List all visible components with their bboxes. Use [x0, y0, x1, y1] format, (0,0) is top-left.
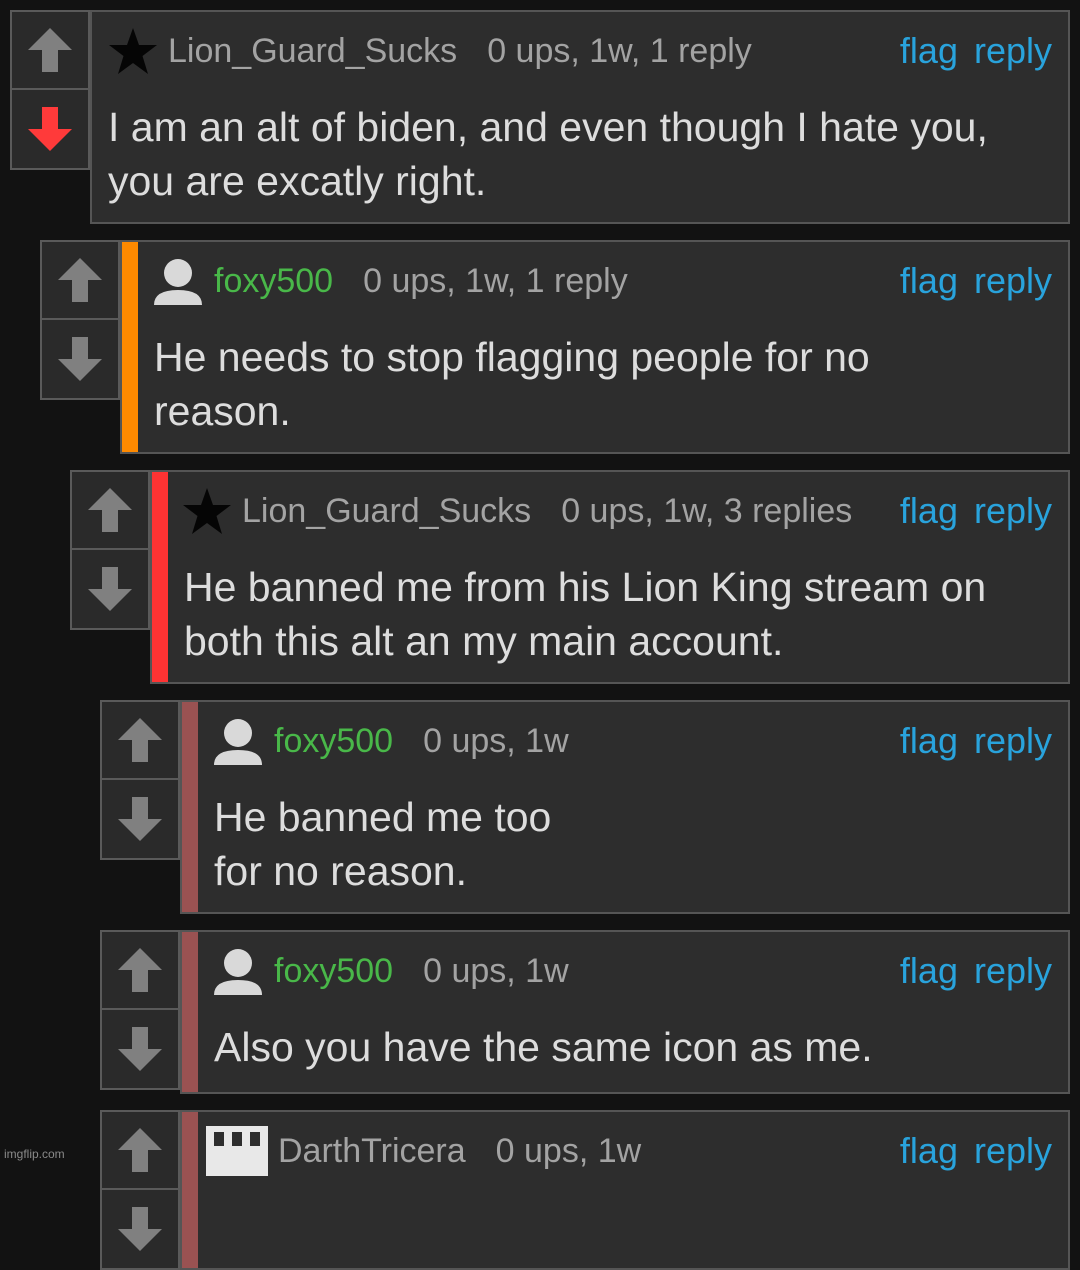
thread-indent-bar — [182, 1112, 198, 1268]
up-arrow-icon — [118, 718, 162, 762]
username-link[interactable]: Lion_Guard_Sucks — [168, 32, 457, 71]
comment-body: foxy500 0 ups, 1w, 1 reply flag reply He… — [120, 240, 1070, 454]
comment-text: He banned me from his Lion King stream o… — [184, 564, 987, 664]
comment-text: Also you have the same icon as me. — [214, 1024, 873, 1070]
up-arrow-icon — [118, 948, 162, 992]
username-link[interactable]: foxy500 — [274, 952, 393, 991]
comment-header: foxy500 0 ups, 1w — [212, 716, 569, 766]
comment-body: Lion_Guard_Sucks 0 ups, 1w, 1 reply flag… — [90, 10, 1070, 224]
thread-indent-bar — [152, 472, 168, 682]
comment-text-line: for no reason. — [214, 848, 467, 894]
comment-text: I am an alt of biden, and even though I … — [108, 104, 988, 204]
flag-link[interactable]: flag — [900, 490, 958, 532]
comment-meta: 0 ups, 1w — [423, 951, 569, 990]
down-arrow-icon — [118, 1027, 162, 1071]
vote-box — [100, 1110, 180, 1270]
down-arrow-icon — [118, 797, 162, 841]
comment-header: Lion_Guard_Sucks 0 ups, 1w, 1 reply — [108, 26, 752, 76]
username-link[interactable]: Lion_Guard_Sucks — [242, 492, 531, 531]
comment-header: foxy500 0 ups, 1w — [212, 946, 569, 996]
comment-2: foxy500 0 ups, 1w, 1 reply flag reply He… — [40, 240, 1070, 454]
comment-1: Lion_Guard_Sucks 0 ups, 1w, 1 reply flag… — [10, 10, 1070, 224]
comment-6: DarthTricera 0 ups, 1w flag reply — [100, 1110, 1070, 1270]
thread-indent-bar — [182, 702, 198, 912]
upvote-button[interactable] — [102, 1112, 178, 1190]
comment-body: foxy500 0 ups, 1w flag reply He banned m… — [180, 700, 1070, 914]
down-arrow-icon — [88, 567, 132, 611]
reply-link[interactable]: reply — [974, 1130, 1052, 1172]
watermark: imgflip.com — [4, 1147, 65, 1161]
star-icon — [108, 26, 158, 76]
comment-body: Lion_Guard_Sucks 0 ups, 1w, 3 replies fl… — [150, 470, 1070, 684]
vote-box — [70, 470, 150, 630]
reply-link[interactable]: reply — [974, 720, 1052, 762]
comment-meta: 0 ups, 1w, 3 replies — [561, 491, 853, 530]
vote-box — [100, 930, 180, 1090]
down-arrow-icon — [58, 337, 102, 381]
comment-text: He banned me too for no reason. — [214, 790, 1014, 898]
down-arrow-icon — [28, 107, 72, 151]
user-silhouette-icon — [212, 716, 264, 766]
reply-link[interactable]: reply — [974, 490, 1052, 532]
comment-body: foxy500 0 ups, 1w flag reply Also you ha… — [180, 930, 1070, 1094]
down-arrow-icon — [118, 1207, 162, 1251]
downvote-button[interactable] — [42, 320, 118, 398]
flag-link[interactable]: flag — [900, 30, 958, 72]
downvote-button[interactable] — [102, 780, 178, 858]
downvote-button[interactable] — [102, 1010, 178, 1088]
comment-text: He needs to stop flagging people for no … — [154, 334, 870, 434]
vote-box — [10, 10, 90, 170]
comment-5: foxy500 0 ups, 1w flag reply Also you ha… — [100, 930, 1070, 1094]
comment-text-line: He banned me too — [214, 794, 552, 840]
reply-link[interactable]: reply — [974, 30, 1052, 72]
downvote-button[interactable] — [72, 550, 148, 628]
upvote-button[interactable] — [12, 12, 88, 90]
up-arrow-icon — [28, 28, 72, 72]
comment-header: Lion_Guard_Sucks 0 ups, 1w, 3 replies — [182, 486, 852, 536]
flag-link[interactable]: flag — [900, 950, 958, 992]
comment-actions: flag reply — [884, 946, 1052, 996]
upvote-button[interactable] — [102, 932, 178, 1010]
comment-3: Lion_Guard_Sucks 0 ups, 1w, 3 replies fl… — [70, 470, 1070, 684]
username-link[interactable]: foxy500 — [274, 722, 393, 761]
flag-link[interactable]: flag — [900, 720, 958, 762]
thread-indent-bar — [122, 242, 138, 452]
thread-indent-bar — [182, 932, 198, 1092]
comment-header: foxy500 0 ups, 1w, 1 reply — [152, 256, 628, 306]
downvote-button[interactable] — [102, 1190, 178, 1268]
flag-link[interactable]: flag — [900, 260, 958, 302]
reply-link[interactable]: reply — [974, 950, 1052, 992]
username-link[interactable]: foxy500 — [214, 262, 333, 301]
comment-meta: 0 ups, 1w, 1 reply — [487, 31, 752, 70]
comment-body: DarthTricera 0 ups, 1w flag reply — [180, 1110, 1070, 1270]
upvote-button[interactable] — [72, 472, 148, 550]
upvote-button[interactable] — [42, 242, 118, 320]
comment-header: DarthTricera 0 ups, 1w — [206, 1126, 641, 1176]
user-silhouette-icon — [152, 256, 204, 306]
reply-link[interactable]: reply — [974, 260, 1052, 302]
comment-actions: flag reply — [884, 256, 1052, 306]
comment-actions: flag reply — [884, 716, 1052, 766]
user-silhouette-icon — [212, 946, 264, 996]
comment-actions: flag reply — [884, 26, 1052, 76]
flag-link[interactable]: flag — [900, 1130, 958, 1172]
pixel-avatar-icon — [206, 1126, 268, 1176]
vote-box — [100, 700, 180, 860]
downvote-button[interactable] — [12, 90, 88, 168]
up-arrow-icon — [58, 258, 102, 302]
comment-actions: flag reply — [884, 486, 1052, 536]
comment-4: foxy500 0 ups, 1w flag reply He banned m… — [100, 700, 1070, 914]
comment-actions: flag reply — [884, 1126, 1052, 1176]
up-arrow-icon — [118, 1128, 162, 1172]
vote-box — [40, 240, 120, 400]
up-arrow-icon — [88, 488, 132, 532]
upvote-button[interactable] — [102, 702, 178, 780]
comment-meta: 0 ups, 1w — [423, 721, 569, 760]
comment-meta: 0 ups, 1w, 1 reply — [363, 261, 628, 300]
star-icon — [182, 486, 232, 536]
